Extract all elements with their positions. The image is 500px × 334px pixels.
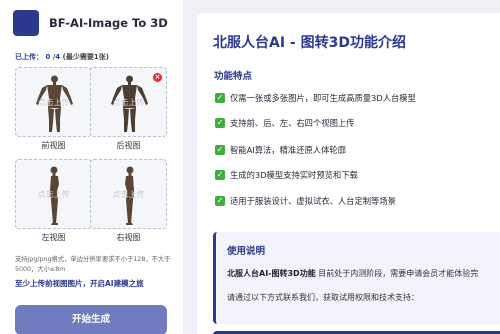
feature-text: 支持前、后、左、右四个视图上传 xyxy=(230,118,355,128)
upload-hint: 支持jpg/png格式，单边分辨率要求不小于128，不大于5000，大小≤8m xyxy=(15,256,171,273)
upload-slot-right[interactable]: 点击上传 xyxy=(90,159,167,229)
upload-status-note: (最少需要1张) xyxy=(62,53,109,61)
start-generate-button[interactable]: 开始生成 xyxy=(15,305,167,334)
feature-text: 智能AI算法，精准还原人体轮廓 xyxy=(230,145,346,155)
slot-label-left: 左视图 xyxy=(41,233,66,242)
upload-placeholder: 点击上传 xyxy=(37,190,70,199)
usage-box: 使用说明 北服人台AI-图转3D功能 目前处于内测阶段，需要申请会员才能体验完 … xyxy=(213,232,500,324)
usage-text: 目前处于内测阶段，需要申请会员才能体验完 xyxy=(315,269,479,278)
app-title: BF-AI-Image To 3D xyxy=(49,16,168,30)
feature-item: ✓ 仅需一张或多张图片，即可生成高质量3D人台模型 xyxy=(215,92,416,104)
feature-item: ✓ 适用于服装设计、虚拟试衣、人台定制等场景 xyxy=(215,195,396,207)
upload-placeholder: 点击上传 xyxy=(37,98,70,107)
page-title: 北服人台AI - 图转3D功能介绍 xyxy=(213,35,406,51)
features-title: 功能特点 xyxy=(214,71,253,82)
usage-title: 使用说明 xyxy=(227,246,266,257)
feature-item: ✓ 生成的3D模型支持实时预览和下载 xyxy=(215,169,358,181)
upload-placeholder: 点击上传 xyxy=(112,190,145,199)
upload-count: 已上传： 0 /4 (最少需要1张) xyxy=(15,52,109,62)
remove-image-button[interactable]: × xyxy=(153,73,162,82)
check-icon: ✓ xyxy=(215,170,225,180)
check-icon: ✓ xyxy=(215,196,225,206)
feature-item: ✓ 智能AI算法，精准还原人体轮廓 xyxy=(215,144,346,156)
feature-item: ✓ 支持前、后、左、右四个视图上传 xyxy=(215,117,354,129)
upload-status-count: 0 /4 xyxy=(45,53,61,61)
upload-panel: BF-AI-Image To 3D 已上传： 0 /4 (最少需要1张) 点击上… xyxy=(0,0,183,334)
upload-status-label: 已上传： xyxy=(15,53,43,61)
check-icon: ✓ xyxy=(215,93,225,103)
upload-hint-strong: 至少上传前视图图片，开启AI建模之旅 xyxy=(15,279,144,288)
upload-slot-back[interactable]: 点击上传 × xyxy=(90,67,167,137)
brand: BF-AI-Image To 3D xyxy=(13,10,168,36)
upload-slot-left[interactable]: 点击上传 xyxy=(15,159,92,229)
usage-contact: 请通过以下方式联系我们，获取试用权限和技术支持： xyxy=(227,293,419,302)
slot-label-right: 右视图 xyxy=(116,233,141,242)
usage-feature-name: 北服人台AI-图转3D功能 xyxy=(227,269,316,278)
upload-placeholder: 点击上传 xyxy=(112,98,145,107)
feature-text: 仅需一张或多张图片，即可生成高质量3D人台模型 xyxy=(230,93,416,103)
check-icon: ✓ xyxy=(215,118,225,128)
app-logo xyxy=(13,10,39,36)
slot-label-front: 前视图 xyxy=(41,141,66,150)
slot-label-back: 后视图 xyxy=(116,141,141,150)
feature-text: 生成的3D模型支持实时预览和下载 xyxy=(230,170,358,180)
intro-panel: 北服人台AI - 图转3D功能介绍 功能特点 ✓ 仅需一张或多张图片，即可生成高… xyxy=(197,13,500,334)
feature-text: 适用于服装设计、虚拟试衣、人台定制等场景 xyxy=(230,196,396,206)
usage-description: 北服人台AI-图转3D功能 目前处于内测阶段，需要申请会员才能体验完 xyxy=(227,268,478,279)
check-icon: ✓ xyxy=(215,145,225,155)
upload-slot-front[interactable]: 点击上传 xyxy=(15,67,92,137)
